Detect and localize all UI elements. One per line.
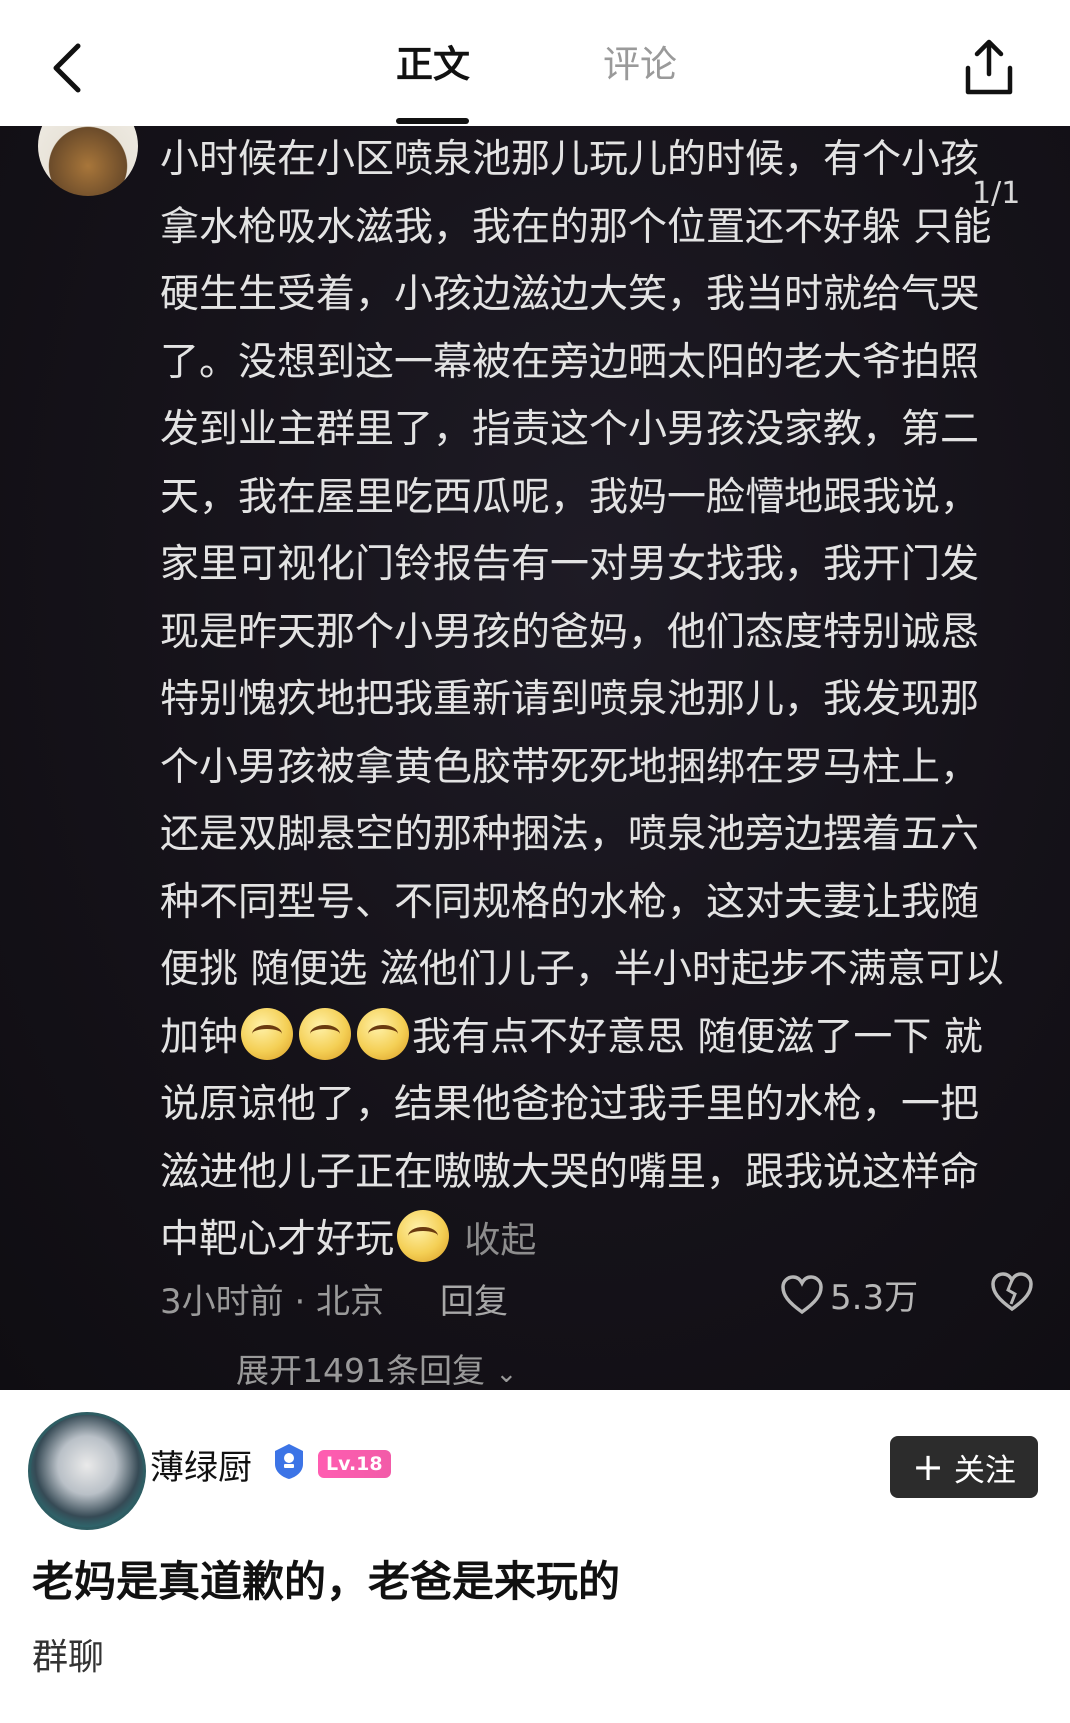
drooling-emoji-icon xyxy=(241,1007,294,1060)
verified-badge-icon xyxy=(275,1444,303,1479)
level-badge: Lv.18 xyxy=(318,1450,391,1478)
comment-line: 现是昨天那个小男孩的爸妈，他们态度特别诚恳 xyxy=(160,609,980,655)
post-title: 老妈是真道歉的，老爸是来玩的 xyxy=(32,1557,621,1606)
comment-time-location: 3小时前 · 北京 xyxy=(160,1282,385,1322)
comment-line: 家里可视化门铃报告有一对男女找我，我开门发 xyxy=(160,542,980,587)
comment-line: 了。没想到这一幕被在旁边晒太阳的老大爷拍照 xyxy=(160,339,980,385)
collapse-link[interactable]: 收起 xyxy=(464,1220,536,1261)
smile-emoji-icon xyxy=(397,1210,450,1262)
comment-line: 说原谅他了，结果他爸抢过我手里的水枪，一把 xyxy=(160,1082,980,1127)
comment-line: 滋进他儿子正在嗷嗷大哭的嘴里，跟我说这样命 xyxy=(160,1149,980,1195)
comment-line: 个小男孩被拿黄色胶带死死地捆绑在罗马柱上， xyxy=(160,744,980,790)
comment-line: 拿水枪吸水滋我，我在的那个位置还不好躲 只能 xyxy=(160,204,992,250)
tab-comments[interactable]: 评论 xyxy=(603,40,677,90)
comment-line: 中靶心才好玩 收起 xyxy=(160,1206,1040,1275)
comment-line: 便挑 随便选 滋他们儿子，半小时起步不满意可以 xyxy=(160,947,1004,992)
comment-line: 种不同型号、不同规格的水枪，这对夫妻让我随 xyxy=(160,879,980,925)
comment-line: 加钟 我有点不好意思 随便滋了一下 就 xyxy=(160,1004,1040,1072)
comment-text: 小时候在小区喷泉池那儿玩儿的时候，有个小孩 拿水枪吸水滋我，我在的那个位置还不好… xyxy=(160,126,1040,1275)
comment-line-part: 中靶心才好玩 xyxy=(160,1217,395,1262)
active-tab-underline xyxy=(396,118,469,124)
drooling-emoji-icon xyxy=(357,1007,410,1060)
plus-icon: + xyxy=(912,1445,944,1489)
like-button[interactable]: 5.3万 xyxy=(780,1270,918,1319)
top-nav-bar: 正文 评论 xyxy=(0,0,1070,126)
comment-line: 发到业主群里了，指责这个小男孩没家教，第二 xyxy=(160,407,980,452)
author-name[interactable]: 薄绿厨 xyxy=(150,1440,252,1489)
broken-heart-icon[interactable] xyxy=(990,1270,1034,1314)
comment-line: 特别愧疚地把我重新请到喷泉池那儿，我发现那 xyxy=(160,677,980,722)
post-tag[interactable]: 群聊 xyxy=(32,1628,104,1680)
expand-replies-link[interactable]: 展开1491条回复 ⌄ xyxy=(236,1344,517,1390)
commenter-avatar xyxy=(38,126,138,196)
comment-line-part: 我有点不好意思 随便滋了一下 就 xyxy=(412,1014,983,1060)
author-avatar[interactable] xyxy=(28,1412,146,1530)
comment-line: 天，我在屋里吃西瓜呢，我妈一脸懵地跟我说， xyxy=(160,474,980,520)
comment-line: 还是双脚悬空的那种捆法，喷泉池旁边摆着五六 xyxy=(160,812,980,857)
expand-replies-label: 展开1491条回复 xyxy=(236,1351,485,1390)
follow-button[interactable]: + 关注 xyxy=(890,1436,1038,1498)
comment-line-part: 加钟 xyxy=(160,1014,239,1060)
chevron-down-icon: ⌄ xyxy=(495,1359,518,1389)
chevron-left-icon[interactable] xyxy=(44,40,94,96)
embedded-comment-screenshot[interactable]: 1/1 小时候在小区喷泉池那儿玩儿的时候，有个小孩 拿水枪吸水滋我，我在的那个位… xyxy=(0,126,1070,1390)
drooling-emoji-icon xyxy=(299,1007,352,1060)
author-row: 薄绿厨 Lv.18 + 关注 xyxy=(0,1390,1070,1540)
heart-icon xyxy=(781,1274,823,1314)
like-count: 5.3万 xyxy=(830,1278,919,1318)
comment-line: 小时候在小区喷泉池那儿玩儿的时候，有个小孩 xyxy=(160,137,980,182)
share-icon[interactable] xyxy=(960,38,1018,98)
reply-button[interactable]: 回复 xyxy=(440,1274,508,1323)
comment-line: 硬生生受着，小孩边滋边大笑，我当时就给气哭 xyxy=(160,272,980,317)
tab-main-text[interactable]: 正文 xyxy=(396,40,470,90)
follow-label: 关注 xyxy=(953,1452,1016,1489)
